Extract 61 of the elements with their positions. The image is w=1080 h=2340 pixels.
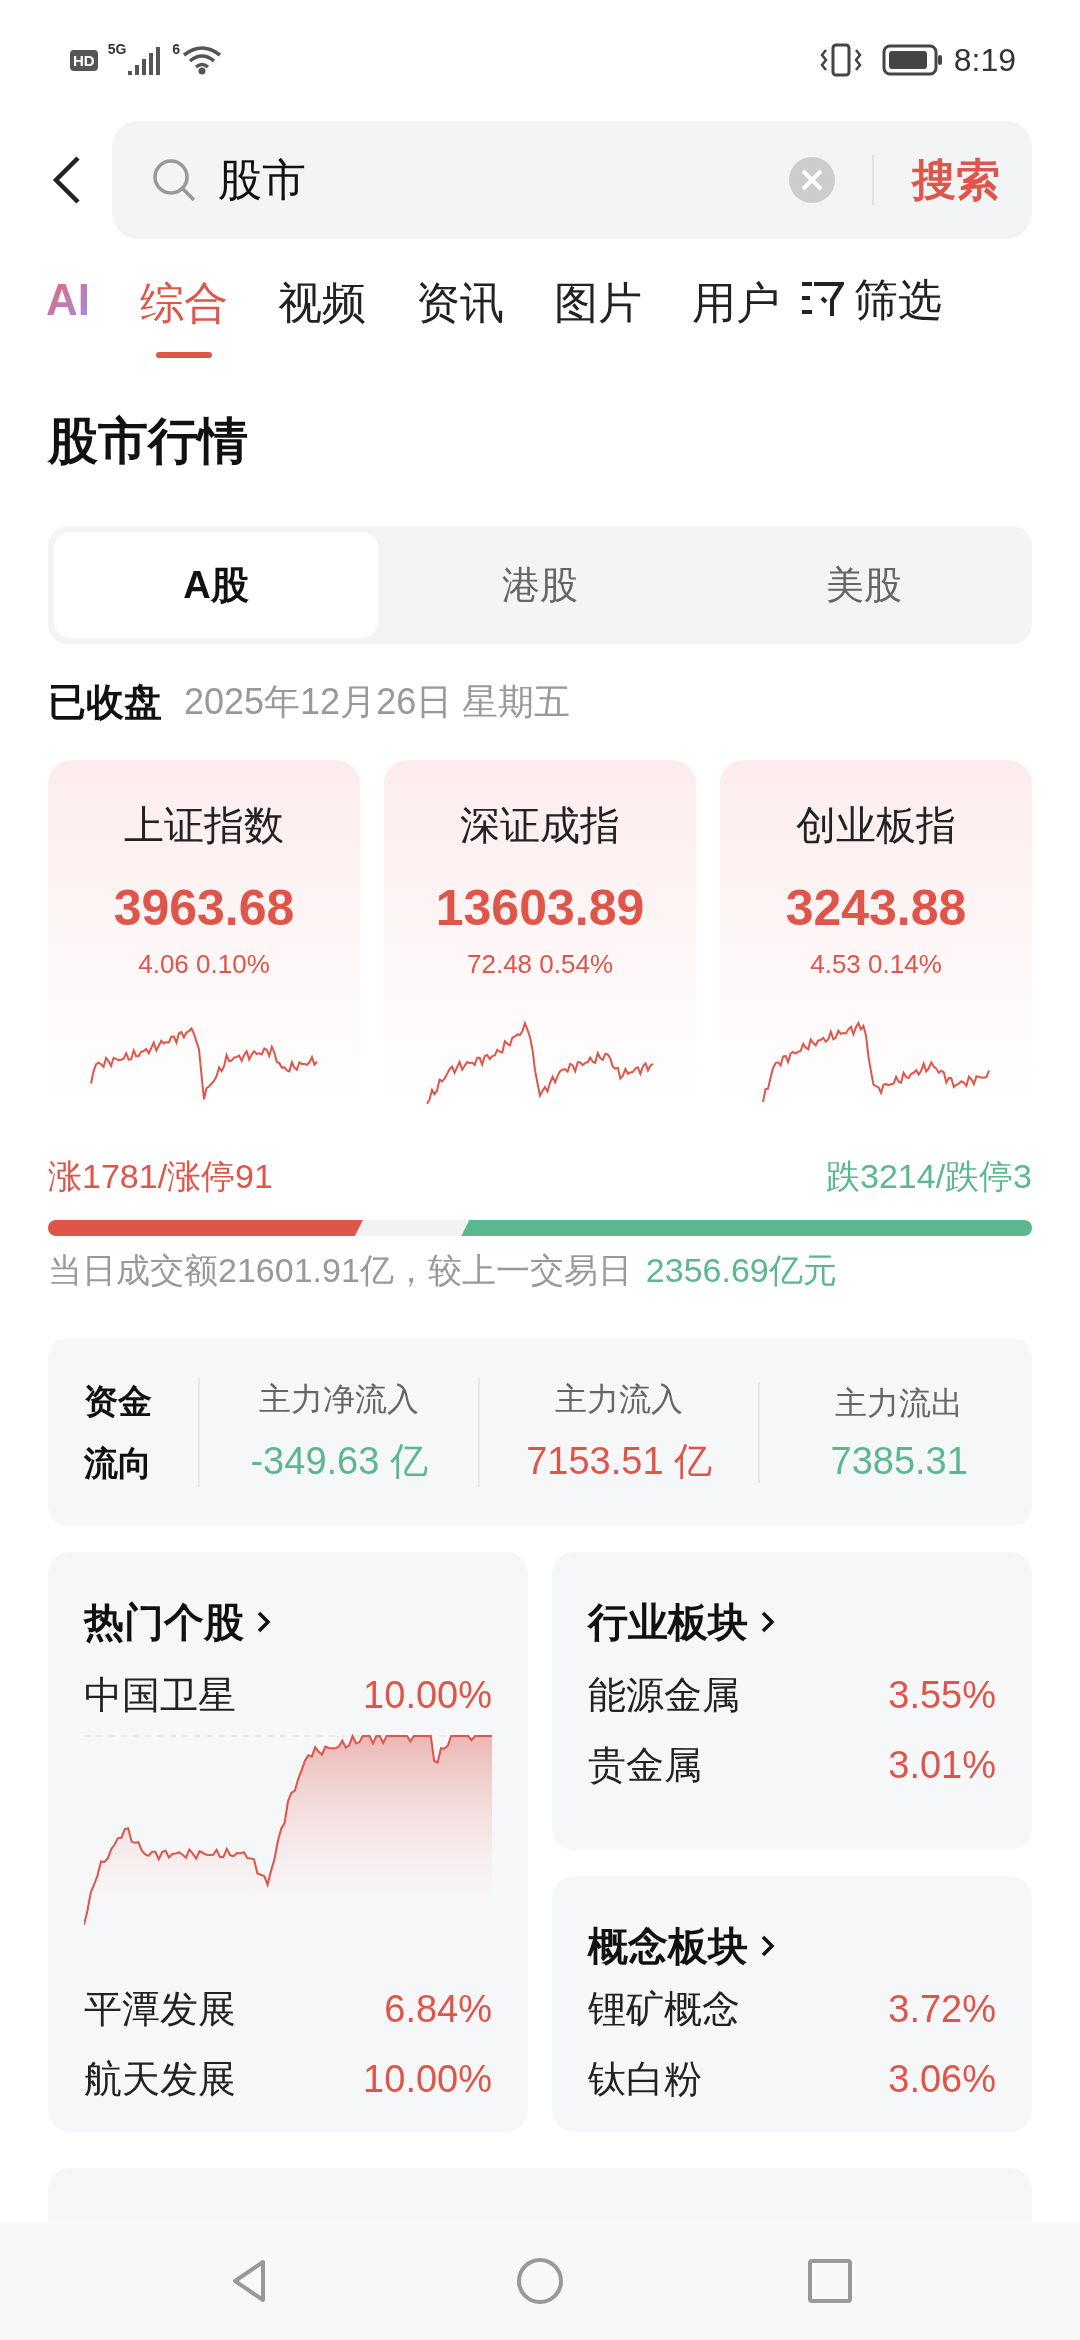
turnover-delta: 2356.69亿元 [645,1250,837,1291]
fund-flow-title: 资金流向 [84,1381,153,1484]
index-value: 3243.88 [785,879,967,937]
wifi-generation: 6 [172,41,181,57]
item-change: 3.72% [888,1987,996,2031]
category-tab[interactable]: 图片 [554,262,642,358]
flow-value: -349.63 亿 [250,1438,428,1484]
clock: 8:19 [953,41,1016,79]
category-tab[interactable]: 视频 [278,262,366,358]
card-title[interactable]: 行业板块 [588,1594,996,1650]
item-change: 10.00% [363,2057,492,2101]
flow-label: 主力流出 [835,1383,964,1423]
signal-icon [128,45,163,75]
turnover-text: 当日成交额21601.91亿，较上一交易日 [48,1250,632,1291]
market-tab[interactable]: 美股 [702,532,1026,638]
filter-button[interactable]: 筛选 [800,270,942,330]
index-value: 13603.89 [435,879,645,937]
item-name: 贵金属 [588,1742,702,1788]
flow-label: 主力流入 [555,1379,684,1419]
market-tab[interactable]: A股 [54,532,378,638]
item-name: 钛白粉 [588,2056,702,2102]
category-tab[interactable]: 资讯 [416,262,504,358]
hd-badge: HD [70,49,98,71]
card-title[interactable]: 热门个股 [84,1594,492,1650]
index-name: 深证成指 [460,802,620,849]
search-field[interactable]: 股市 搜索 [112,121,1032,239]
item-change: 6.84% [384,1987,492,2031]
index-change: 72.48 0.54% [467,949,613,980]
card-title[interactable]: 概念板块 [588,1918,996,1974]
index-name: 上证指数 [124,802,284,849]
recents-nav-icon[interactable] [805,2256,855,2306]
item-change: 10.00% [363,1673,492,1717]
index-name: 创业板指 [796,802,956,849]
item-change: 3.06% [888,2057,996,2101]
item-name: 锂矿概念 [588,1986,740,2032]
advancers-count: 涨1781/涨停91 [48,1156,273,1197]
item-name: 平潭发展 [84,1986,236,2032]
item-change: 3.55% [888,1673,996,1717]
section-title: 股市行情 [46,411,249,471]
decliners-count: 跌3214/跌停3 [826,1156,1032,1197]
item-name: 航天发展 [84,2056,236,2102]
market-status: 已收盘 [48,679,162,725]
item-name: 中国卫星 [84,1672,236,1718]
category-tab[interactable]: 综合 [140,262,228,358]
item-change: 3.01% [888,1743,996,1787]
home-nav-icon[interactable] [515,2256,565,2306]
search-icon [150,156,198,204]
clear-icon[interactable] [788,156,836,204]
index-change: 4.53 0.14% [810,949,942,980]
category-tab[interactable]: 用户 [692,262,780,358]
index-value: 3963.68 [113,879,295,937]
flow-value: 7385.31 [830,1439,968,1483]
flow-value: 7153.51 亿 [526,1438,713,1484]
wifi-icon [182,45,223,75]
item-name: 能源金属 [588,1672,740,1718]
flow-label: 主力净流入 [259,1379,420,1419]
market-tab[interactable]: 港股 [378,532,702,638]
trade-date: 2025年12月26日 星期五 [184,679,571,724]
index-change: 4.06 0.10% [138,949,270,980]
network-label: 5G [107,41,127,57]
battery-icon [881,43,944,77]
